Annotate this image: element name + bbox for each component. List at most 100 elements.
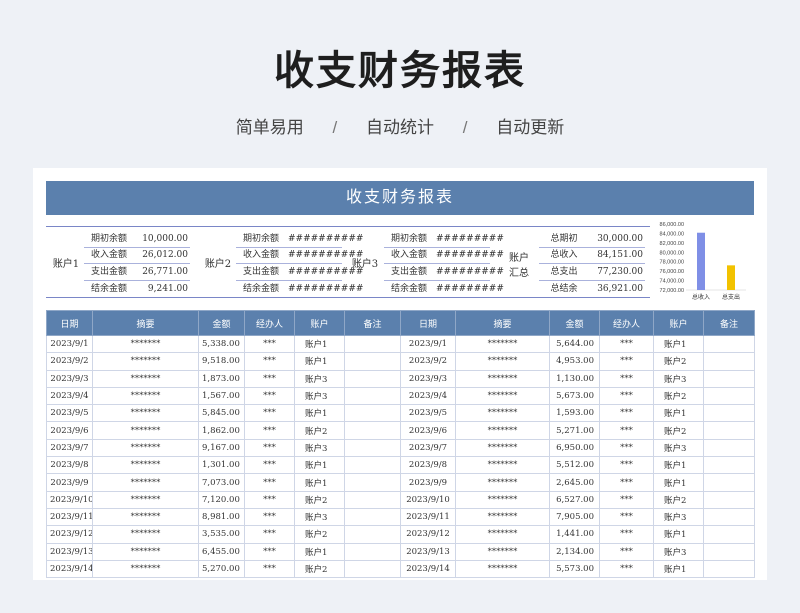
note-cell <box>703 386 755 406</box>
amount-cell: 1,441.00 <box>549 525 600 544</box>
summary-label: 总支出 <box>550 267 578 277</box>
summary-label: 期初余额 <box>90 234 127 244</box>
amount-cell: 1,130.00 <box>549 369 600 388</box>
amount-cell: 9,167.00 <box>198 438 245 458</box>
y-tick-label: 72,000.00 <box>660 288 684 294</box>
summary-label: 收入金额 <box>242 250 279 260</box>
account-cell: 账户3 <box>653 507 704 527</box>
account-cell: 账户3 <box>294 369 345 388</box>
handler-cell: *** <box>599 352 654 371</box>
handler-cell: *** <box>599 490 654 509</box>
summary-label: 总期初 <box>550 234 578 244</box>
amount-cell: 6,950.00 <box>549 438 600 458</box>
summary-value: 36,921.00 <box>597 284 643 294</box>
tag-separator: / <box>462 118 468 137</box>
summary-row: 支出金额 26,771.00 <box>84 264 190 281</box>
account-cell: 账户2 <box>653 421 704 440</box>
bar <box>697 232 705 290</box>
table-row: 2023/9/11 ******* 8,981.00 *** 账户3 2023/9/11 *… <box>46 507 755 527</box>
date-cell: 2023/9/12 <box>400 525 456 544</box>
summary-cell: ******* <box>455 456 550 475</box>
summary-row: 总结余 36,921.00 <box>539 281 645 297</box>
summary-value: 30,000.00 <box>597 234 643 244</box>
summary-row: 支出金额 ######### <box>384 264 504 281</box>
amount-cell: 5,338.00 <box>198 334 245 354</box>
summary-cell: ******* <box>455 525 550 544</box>
page-title: 收支财务报表 <box>274 49 526 93</box>
y-tick-label: 76,000.00 <box>660 269 684 275</box>
handler-cell: *** <box>599 456 654 475</box>
account-cell: 账户2 <box>653 352 704 371</box>
summary-cell: ******* <box>92 525 199 544</box>
handler-cell: *** <box>244 334 295 354</box>
date-cell: 2023/9/11 <box>400 507 456 527</box>
handler-cell: *** <box>599 507 654 527</box>
summary-label: 结余金额 <box>242 284 279 294</box>
summary-value: ########## <box>288 267 364 277</box>
account-cell: 账户1 <box>294 334 345 354</box>
feature-tag: 简单易用 <box>235 118 304 137</box>
summary-cell: ******* <box>455 559 550 579</box>
amount-cell: 2,645.00 <box>549 473 600 492</box>
note-cell <box>344 386 401 406</box>
account-cell: 账户2 <box>653 386 704 406</box>
amount-cell: 5,270.00 <box>198 559 245 579</box>
summary-value: ########## <box>288 250 364 260</box>
date-cell: 2023/9/13 <box>400 542 456 561</box>
y-tick-label: 74,000.00 <box>660 279 684 285</box>
handler-cell: *** <box>244 507 295 527</box>
account-cell: 账户3 <box>653 542 704 561</box>
amount-cell: 5,271.00 <box>549 421 600 440</box>
table-row: 2023/9/6 ******* 1,862.00 *** 账户2 2023/9/6 ***… <box>46 421 755 440</box>
handler-cell: *** <box>244 456 295 475</box>
table-row: 2023/9/1 ******* 5,338.00 *** 账户1 2023/9/1 ***… <box>46 334 755 354</box>
handler-cell: *** <box>244 542 295 561</box>
summary-value: ######### <box>436 267 504 277</box>
handler-cell: *** <box>244 404 295 423</box>
y-tick-label: 78,000.00 <box>660 260 684 266</box>
note-cell <box>703 473 755 492</box>
sheet-banner: 收支财务报表 <box>46 181 754 215</box>
handler-cell: *** <box>599 334 654 354</box>
y-tick-label: 82,000.00 <box>660 241 684 247</box>
summary-cell: ******* <box>455 404 550 423</box>
date-cell: 2023/9/5 <box>46 404 93 423</box>
account-cell: 账户1 <box>653 334 704 354</box>
summary-cell: ******* <box>92 559 199 579</box>
handler-cell: *** <box>244 369 295 388</box>
table-row: 2023/9/8 ******* 1,301.00 *** 账户1 2023/9/8 ***… <box>46 456 755 475</box>
date-cell: 2023/9/11 <box>46 507 93 527</box>
amount-cell: 1,593.00 <box>549 404 600 423</box>
note-cell <box>344 507 401 527</box>
note-cell <box>344 525 401 544</box>
amount-cell: 3,535.00 <box>198 525 245 544</box>
handler-cell: *** <box>599 473 654 492</box>
summary-cell: ******* <box>92 542 199 561</box>
date-cell: 2023/9/9 <box>400 473 456 492</box>
summary-label: 期初余额 <box>390 234 427 244</box>
summary-row: 收入金额 26,012.00 <box>84 247 190 264</box>
spreadsheet-preview: 收支财务报表 账户1 期初余额 10,000.00 收入金额 26,012.00 支出金额… <box>33 168 767 580</box>
date-cell: 2023/9/4 <box>400 386 456 406</box>
handler-cell: *** <box>244 438 295 458</box>
date-cell: 2023/9/14 <box>400 559 456 579</box>
note-cell <box>344 559 401 579</box>
summary-cell: ******* <box>92 369 199 388</box>
summary-row: 期初余额 ########## <box>236 231 363 248</box>
handler-cell: *** <box>599 369 654 388</box>
column-header: 摘要 <box>455 310 550 336</box>
column-header: 账户 <box>294 310 345 336</box>
summary-value: ########## <box>288 284 364 294</box>
note-cell <box>703 404 755 423</box>
handler-cell: *** <box>244 352 295 371</box>
summary-cell: ******* <box>92 404 199 423</box>
amount-cell: 1,873.00 <box>198 369 245 388</box>
summary-cell: ******* <box>92 386 199 406</box>
column-header: 经办人 <box>244 310 295 336</box>
handler-cell: *** <box>599 542 654 561</box>
account-cell: 账户3 <box>653 438 704 458</box>
summary-label: 结余金额 <box>390 284 427 294</box>
note-cell <box>703 559 755 579</box>
note-cell <box>344 421 401 440</box>
date-cell: 2023/9/13 <box>46 542 93 561</box>
